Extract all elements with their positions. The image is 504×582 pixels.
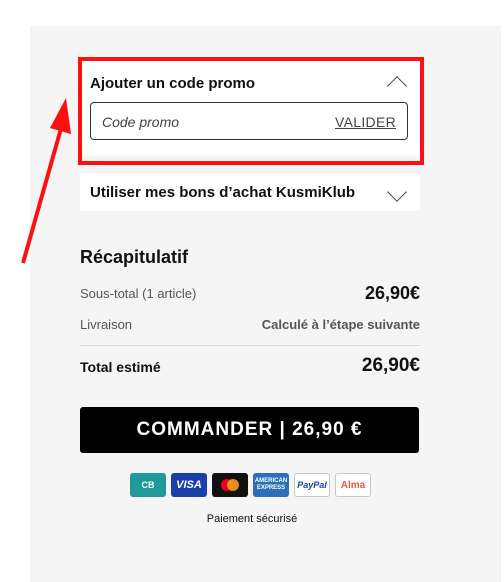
amex-card-icon: AMERICAN EXPRESS: [253, 473, 289, 497]
total-label: Total estimé: [80, 359, 161, 375]
subtotal-label: Sous-total (1 article): [80, 286, 197, 301]
paypal-icon: PayPal: [294, 473, 330, 497]
vouchers-title: Utiliser mes bons d’achat KusmiKlub: [90, 184, 356, 201]
checkout-button[interactable]: COMMANDER | 26,90 €: [80, 407, 419, 453]
secure-payment-text: Paiement sécurisé: [206, 513, 298, 525]
alma-icon: Alma: [335, 473, 371, 497]
kusmiklub-vouchers-section[interactable]: Utiliser mes bons d’achat KusmiKlub: [80, 173, 420, 211]
total-value: 26,90€: [361, 355, 420, 376]
visa-card-icon: VISA: [171, 473, 207, 497]
payment-methods: CB VISA AMERICAN EXPRESS PayPal Alma: [130, 473, 371, 497]
cb-card-icon: CB: [130, 473, 166, 497]
divider: [80, 345, 420, 346]
shipping-label: Livraison: [80, 317, 133, 332]
subtotal-value: 26,90€: [364, 283, 420, 303]
chevron-down-icon[interactable]: [387, 182, 407, 202]
mastercard-icon: [212, 473, 248, 497]
summary-title: Récapitulatif: [80, 247, 189, 267]
shipping-value: Calculé à l’étape suivante: [261, 317, 420, 332]
